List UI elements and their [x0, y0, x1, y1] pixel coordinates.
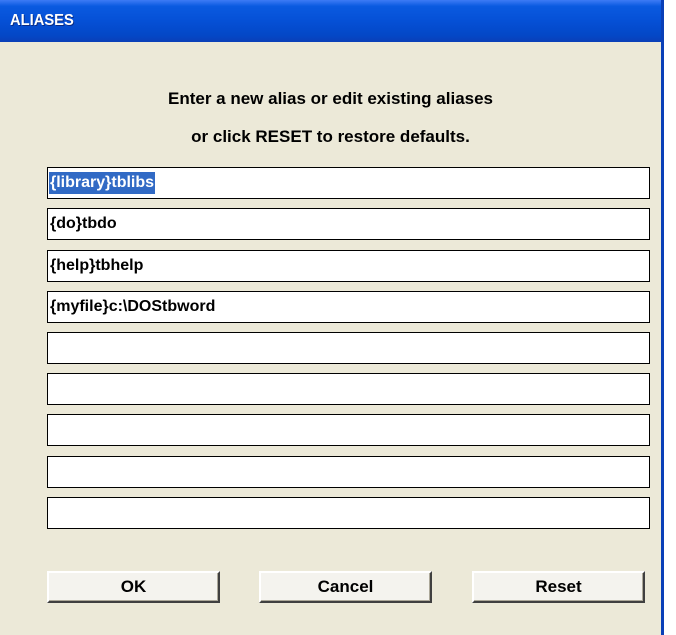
alias-field-3[interactable]	[47, 250, 650, 282]
alias-field-6[interactable]	[47, 373, 650, 405]
alias-field-5[interactable]	[47, 332, 650, 364]
ok-button[interactable]: OK	[47, 571, 220, 603]
alias-field-7[interactable]	[47, 414, 650, 446]
alias-field-2[interactable]	[47, 208, 650, 240]
instruction-line-2: or click RESET to restore defaults.	[191, 127, 470, 146]
cancel-button[interactable]: Cancel	[259, 571, 432, 603]
aliases-dialog: ALIASES Enter a new alias or edit existi…	[0, 0, 664, 635]
alias-field-4[interactable]	[47, 291, 650, 323]
instruction-line-1: Enter a new alias or edit existing alias…	[167, 89, 494, 108]
alias-field-8[interactable]	[47, 456, 650, 488]
alias-field-9[interactable]	[47, 497, 650, 529]
title-bar[interactable]: ALIASES	[0, 0, 661, 42]
selected-alias-text: {library}tblibs	[49, 172, 156, 194]
window-title: ALIASES	[10, 12, 74, 29]
reset-button[interactable]: Reset	[472, 571, 645, 603]
